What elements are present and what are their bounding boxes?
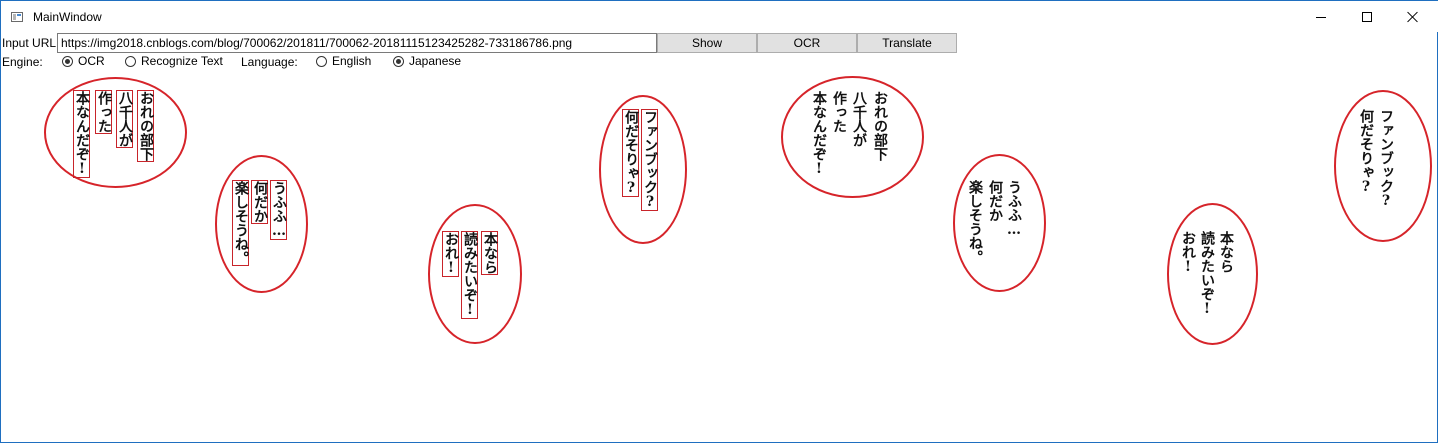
engine-recognize-radio[interactable]: Recognize Text: [125, 54, 223, 68]
radio-selected-icon: [62, 55, 73, 67]
bubble-text-column: 本なら: [1218, 231, 1234, 273]
bubble-text-column: 作った: [831, 91, 847, 133]
bubble-text-column: ファンブック?: [1378, 109, 1394, 209]
close-icon: [1407, 11, 1419, 23]
bubble-text-column: 何だそりゃ?: [1358, 109, 1374, 195]
minimize-button[interactable]: [1298, 2, 1344, 32]
ocr-text-box: 本なら: [481, 231, 498, 275]
ocr-text-box: おれの部下: [137, 90, 154, 162]
radio-unselected-icon: [316, 55, 327, 67]
ocr-text-box: うふふ…: [270, 180, 287, 240]
ocr-text-box: 何だか: [251, 180, 268, 224]
ocr-text-box: 本なんだぞ!: [73, 90, 90, 178]
minimize-icon: [1316, 16, 1326, 18]
lang-english-label: English: [332, 54, 372, 68]
maximize-icon: [1362, 12, 1372, 22]
ocr-button[interactable]: OCR: [757, 33, 857, 53]
bubble-text-column: おれの部下: [872, 91, 888, 161]
radio-unselected-icon: [125, 55, 136, 67]
lang-japanese-label: Japanese: [409, 54, 462, 68]
app-icon: [11, 12, 23, 22]
bubble-text-column: 本なんだぞ!: [811, 91, 827, 177]
bubble-text-column: 八千人が: [851, 91, 867, 147]
bubble-text-column: 何だか: [987, 180, 1003, 222]
bubble-text-column: 読みたいぞ!: [1199, 231, 1215, 317]
close-button[interactable]: [1390, 2, 1436, 32]
engine-ocr-label: OCR: [78, 54, 105, 68]
ocr-text-box: 楽しそうね。: [232, 180, 249, 266]
ocr-text-box: 何だそりゃ?: [622, 109, 639, 197]
url-label: Input URL:: [2, 36, 60, 50]
engine-recognize-label: Recognize Text: [141, 54, 223, 68]
radio-selected-icon: [393, 55, 404, 67]
ocr-text-box: 八千人が: [116, 90, 133, 148]
language-label: Language:: [241, 55, 298, 69]
url-input[interactable]: [57, 33, 657, 53]
ocr-text-box: おれ!: [442, 231, 459, 277]
maximize-button[interactable]: [1344, 2, 1390, 32]
bubble-text-column: 楽しそうね。: [967, 180, 983, 264]
lang-japanese-radio[interactable]: Japanese: [393, 54, 461, 68]
show-button[interactable]: Show: [657, 33, 757, 53]
engine-ocr-radio[interactable]: OCR: [62, 54, 105, 68]
window-title: MainWindow: [33, 10, 102, 24]
lang-english-radio[interactable]: English: [316, 54, 371, 68]
translate-button[interactable]: Translate: [857, 33, 957, 53]
ocr-text-box: 読みたいぞ!: [461, 231, 478, 319]
engine-label: Engine:: [2, 55, 43, 69]
ocr-text-box: 作った: [95, 90, 112, 134]
bubble-text-column: おれ!: [1180, 231, 1196, 275]
ocr-text-box: ファンブック?: [641, 109, 658, 211]
speech-bubble: [215, 155, 308, 293]
bubble-text-column: うふふ…: [1006, 180, 1022, 238]
title-bar[interactable]: MainWindow: [1, 1, 1439, 32]
